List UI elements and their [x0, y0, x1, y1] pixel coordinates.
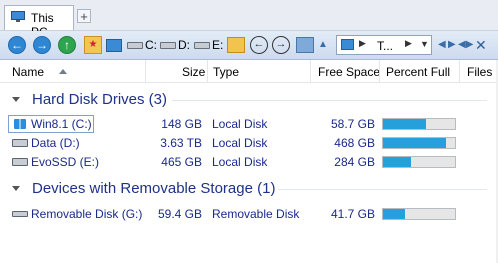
- computer-icon: [341, 39, 354, 50]
- column-header: Name Size Type Free Space Percent Full F…: [0, 60, 498, 83]
- favorites-button[interactable]: ★: [84, 36, 102, 54]
- address-bar[interactable]: ▶ T... ▶ ▼: [336, 35, 432, 55]
- drive-size: 3.63 TB: [160, 136, 202, 150]
- column-name[interactable]: Name: [12, 65, 44, 79]
- forward-small-icon[interactable]: ▶: [448, 39, 456, 50]
- hard-drive-icon: [12, 158, 28, 166]
- drive-e-icon[interactable]: [194, 42, 210, 49]
- star-icon: ★: [88, 39, 98, 50]
- drive-e-label[interactable]: E:: [212, 38, 223, 52]
- drive-c-label[interactable]: C:: [145, 38, 157, 52]
- hard-drive-icon: [12, 139, 28, 147]
- drive-name: EvoSSD (E:): [31, 155, 100, 169]
- back-small-icon[interactable]: ◀: [438, 39, 446, 50]
- new-tab-button[interactable]: +: [77, 9, 91, 23]
- table-row[interactable]: Removable Disk (G:) 59.4 GB Removable Di…: [0, 205, 498, 223]
- up-button[interactable]: ↑: [58, 36, 76, 54]
- removable-drive-icon: [12, 211, 28, 217]
- up-arrow-icon: ↑: [64, 38, 70, 52]
- paste-icon[interactable]: ▲: [318, 39, 328, 50]
- percent-full-fill: [383, 209, 405, 219]
- back-arrow-icon: ←: [11, 38, 23, 52]
- table-row[interactable]: Data (D:) 3.63 TB Local Disk 468 GB: [0, 134, 498, 152]
- chevron-right-icon: ▶: [405, 38, 412, 48]
- drive-free-space: 284 GB: [334, 155, 375, 169]
- drive-d-icon[interactable]: [160, 42, 176, 49]
- column-type[interactable]: Type: [213, 65, 239, 79]
- column-divider[interactable]: [310, 60, 311, 82]
- back-button[interactable]: ←: [8, 36, 26, 54]
- collapse-chevron-icon[interactable]: [12, 186, 20, 191]
- group-divider: [278, 189, 487, 190]
- column-divider[interactable]: [145, 60, 146, 82]
- forward-arrow-icon: →: [36, 38, 48, 52]
- percent-full-fill: [383, 138, 446, 148]
- drive-free-space: 41.7 GB: [330, 207, 375, 221]
- column-free-space[interactable]: Free Space: [318, 65, 380, 79]
- drive-name: Win8.1 (C:): [31, 117, 92, 131]
- collapse-chevron-icon[interactable]: [12, 97, 20, 102]
- windows-drive-icon: [14, 119, 26, 129]
- drive-size: 59.4 GB: [157, 207, 202, 221]
- chevron-right-icon: ▶: [359, 38, 366, 48]
- table-row[interactable]: EvoSSD (E:) 465 GB Local Disk 284 GB: [0, 153, 498, 171]
- address-text: T...: [377, 39, 394, 53]
- computer-icon: [11, 11, 25, 22]
- group-title-removable[interactable]: Devices with Removable Storage (1): [32, 180, 275, 197]
- percent-full-fill: [383, 157, 412, 167]
- history-forward-button[interactable]: →: [272, 36, 290, 54]
- group-divider: [172, 100, 487, 101]
- forward-button[interactable]: →: [33, 36, 51, 54]
- close-icon[interactable]: ✕: [475, 37, 487, 54]
- history-back-button[interactable]: ←: [250, 36, 268, 54]
- table-row[interactable]: Win8.1 (C:) 148 GB Local Disk 58.7 GB: [0, 115, 498, 133]
- drive-free-space: 468 GB: [334, 136, 375, 150]
- toolbar: ← → ↑ ★ C: D: E: ← → ▲ ▶ T... ▶ ▼ ◀ ▶ ◀▶…: [0, 31, 498, 60]
- drive-name: Removable Disk (G:): [31, 207, 143, 221]
- drive-d-label[interactable]: D:: [178, 38, 190, 52]
- percent-full-bar: [382, 137, 456, 149]
- sort-ascending-icon: [59, 69, 67, 74]
- drive-size: 465 GB: [161, 155, 202, 169]
- group-title-hard-disks[interactable]: Hard Disk Drives (3): [32, 91, 167, 108]
- network-button[interactable]: [296, 37, 314, 53]
- chevron-down-icon[interactable]: ▼: [420, 39, 429, 49]
- column-divider[interactable]: [459, 60, 460, 82]
- tab-bar: This PC +: [0, 0, 498, 39]
- percent-full-bar: [382, 118, 456, 130]
- drive-size: 148 GB: [161, 117, 202, 131]
- column-files[interactable]: Files: [467, 65, 492, 79]
- column-percent-full[interactable]: Percent Full: [386, 65, 450, 79]
- percent-full-bar: [382, 156, 456, 168]
- drive-free-space: 58.7 GB: [330, 117, 375, 131]
- column-divider[interactable]: [207, 60, 208, 82]
- column-size[interactable]: Size: [182, 65, 205, 79]
- percent-full-fill: [383, 119, 427, 129]
- drive-type: Local Disk: [212, 117, 268, 131]
- drive-name: Data (D:): [31, 136, 80, 150]
- folder-button[interactable]: [227, 37, 245, 53]
- drive-type: Local Disk: [212, 155, 268, 169]
- columns-icon[interactable]: ◀▶: [458, 39, 473, 50]
- drive-c-icon[interactable]: [127, 42, 143, 49]
- drive-type: Local Disk: [212, 136, 268, 150]
- drive-type: Removable Disk: [212, 207, 300, 221]
- this-pc-button[interactable]: [106, 39, 122, 52]
- column-divider[interactable]: [379, 60, 380, 82]
- percent-full-bar: [382, 208, 456, 220]
- tab-this-pc[interactable]: This PC: [4, 5, 74, 39]
